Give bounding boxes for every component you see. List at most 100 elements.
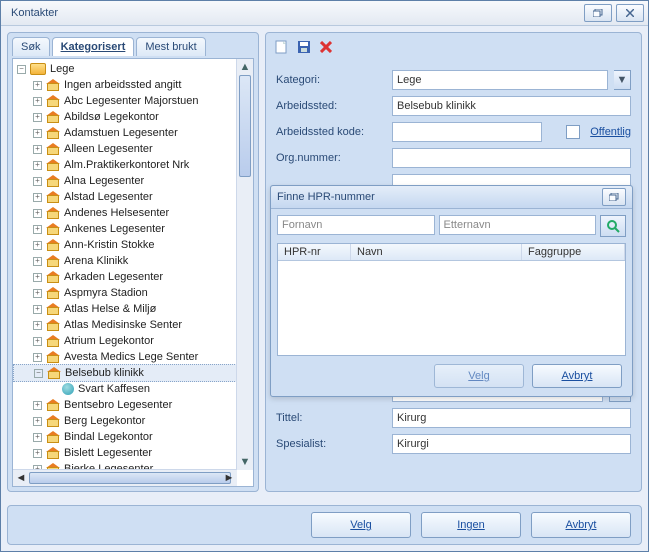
tab-search[interactable]: Søk	[12, 37, 50, 56]
expander-icon[interactable]: +	[33, 81, 42, 90]
expander-icon[interactable]: +	[33, 273, 42, 282]
popup-velg-button[interactable]: Velg	[434, 364, 524, 388]
input-etternavn[interactable]: Etternavn	[439, 215, 597, 235]
tree-item[interactable]: +Arkaden Legesenter	[13, 269, 253, 285]
right-panel: Kategori: Lege ▼ Arbeidssted: Belsebub k…	[265, 32, 642, 492]
scroll-left-icon[interactable]: ◄	[13, 470, 29, 486]
tree-item[interactable]: + Atrium Legekontor	[13, 333, 253, 349]
new-button[interactable]	[274, 39, 290, 55]
tree-item[interactable]: −Lege	[13, 61, 253, 77]
expander-icon[interactable]: +	[33, 113, 42, 122]
horizontal-scrollbar[interactable]: ◄ ►	[13, 469, 237, 486]
tree-label: Abildsø Legekontor	[64, 111, 159, 123]
tree-item[interactable]: −Belsebub klinikk	[13, 364, 253, 382]
expander-icon[interactable]: +	[33, 241, 42, 250]
tree-item[interactable]: +Alm.Praktikerkontoret Nrk	[13, 157, 253, 173]
input-tittel[interactable]: Kirurg	[392, 408, 631, 428]
input-kategori[interactable]: Lege	[392, 70, 608, 90]
tree-item[interactable]: +Avesta Medics Lege Senter	[13, 349, 253, 365]
expander-icon[interactable]: +	[33, 433, 42, 442]
expander-icon[interactable]: +	[33, 225, 42, 234]
expander-icon[interactable]: +	[33, 97, 42, 106]
expander-icon[interactable]: +	[33, 145, 42, 154]
expander-icon[interactable]: +	[33, 193, 42, 202]
tree-item[interactable]: +Ingen arbeidssted angitt	[13, 77, 253, 93]
input-arbeidssted[interactable]: Belsebub klinikk	[392, 96, 631, 116]
expander-icon[interactable]: +	[33, 289, 42, 298]
popup-restore-button[interactable]	[602, 188, 626, 206]
tree[interactable]: −Lege+Ingen arbeidssted angitt+Abc Leges…	[13, 59, 253, 474]
house-icon	[46, 159, 60, 171]
tree-label: Atrium Legekontor	[64, 335, 154, 347]
close-button[interactable]	[616, 4, 644, 22]
tree-item[interactable]: +Aspmyra Stadion	[13, 285, 253, 301]
expander-icon[interactable]: +	[33, 337, 42, 346]
results-grid[interactable]: HPR-nr Navn Faggruppe	[277, 243, 626, 356]
person-icon	[62, 383, 74, 395]
tree-item[interactable]: +Atlas Helse & Miljø	[13, 301, 253, 317]
scroll-down-icon[interactable]: ▼	[237, 454, 253, 470]
tree-item[interactable]: +Berg Legekontor	[13, 413, 253, 429]
delete-button[interactable]	[318, 39, 334, 55]
expander-icon[interactable]: +	[33, 449, 42, 458]
tree-item[interactable]: +Arena Klinikk	[13, 253, 253, 269]
footer-velg-button[interactable]: Velg	[311, 512, 411, 538]
expander-icon[interactable]: −	[34, 369, 43, 378]
expander-icon[interactable]: +	[33, 305, 42, 314]
expander-icon[interactable]: +	[33, 417, 42, 426]
input-orgnr[interactable]	[392, 148, 631, 168]
house-icon	[46, 239, 60, 251]
expander-icon[interactable]: +	[33, 401, 42, 410]
restore-button[interactable]	[584, 4, 612, 22]
house-icon	[46, 95, 60, 107]
expander-icon[interactable]: +	[33, 177, 42, 186]
tree-item[interactable]: +Andenes Helsesenter	[13, 205, 253, 221]
input-spesialist[interactable]: Kirurgi	[392, 434, 631, 454]
popup-avbryt-button[interactable]: Avbryt	[532, 364, 622, 388]
scroll-thumb[interactable]	[239, 75, 251, 177]
popup-title: Finne HPR-nummer	[277, 191, 375, 203]
vertical-scrollbar[interactable]: ▲ ▼	[236, 59, 253, 470]
tree-item[interactable]: +Bislett Legesenter	[13, 445, 253, 461]
tree-item[interactable]: +Abc Legesenter Majorstuen	[13, 93, 253, 109]
search-button[interactable]	[600, 215, 626, 237]
expander-icon[interactable]: +	[33, 321, 42, 330]
hscroll-thumb[interactable]	[29, 472, 231, 484]
tree-item[interactable]: Svart Kaffesen	[13, 381, 253, 397]
tree-item[interactable]: +Adamstuen Legesenter	[13, 125, 253, 141]
input-arbkode[interactable]	[392, 122, 542, 142]
expander-icon[interactable]: +	[33, 161, 42, 170]
tree-item[interactable]: +Alna Legesenter	[13, 173, 253, 189]
col-hpr[interactable]: HPR-nr	[278, 244, 351, 260]
house-icon	[46, 319, 60, 331]
expander-icon[interactable]: +	[33, 353, 42, 362]
house-icon	[46, 287, 60, 299]
footer-ingen-button[interactable]: Ingen	[421, 512, 521, 538]
tree-label: Ankenes Legesenter	[64, 223, 165, 235]
checkbox-offentlig[interactable]	[566, 125, 580, 139]
footer-avbryt-button[interactable]: Avbryt	[531, 512, 631, 538]
tree-item[interactable]: + Ankenes Legesenter	[13, 221, 253, 237]
expander-icon[interactable]: −	[17, 65, 26, 74]
col-navn[interactable]: Navn	[351, 244, 522, 260]
tree-item[interactable]: + Abildsø Legekontor	[13, 109, 253, 125]
link-offentlig[interactable]: Offentlig	[590, 126, 631, 138]
expander-icon[interactable]: +	[33, 129, 42, 138]
col-fag[interactable]: Faggruppe	[522, 244, 625, 260]
expander-icon[interactable]: +	[33, 209, 42, 218]
tree-item[interactable]: +Bindal Legekontor	[13, 429, 253, 445]
tab-most-used[interactable]: Mest brukt	[136, 37, 205, 56]
scroll-up-icon[interactable]: ▲	[237, 59, 253, 75]
label-kategori: Kategori:	[276, 74, 386, 86]
tree-item[interactable]: +Bentsebro Legesenter	[13, 397, 253, 413]
tree-item[interactable]: +Ann-Kristin Stokke	[13, 237, 253, 253]
tree-item[interactable]: +Atlas Medisinske Senter	[13, 317, 253, 333]
input-fornavn[interactable]: Fornavn	[277, 215, 435, 235]
expander-icon[interactable]: +	[33, 257, 42, 266]
save-button[interactable]	[296, 39, 312, 55]
kategori-dropdown-icon[interactable]: ▼	[614, 70, 631, 90]
scroll-right-icon[interactable]: ►	[221, 470, 237, 486]
tree-item[interactable]: +Alleen Legesenter	[13, 141, 253, 157]
tab-categorized[interactable]: Kategorisert	[52, 37, 135, 56]
tree-item[interactable]: +Alstad Legesenter	[13, 189, 253, 205]
